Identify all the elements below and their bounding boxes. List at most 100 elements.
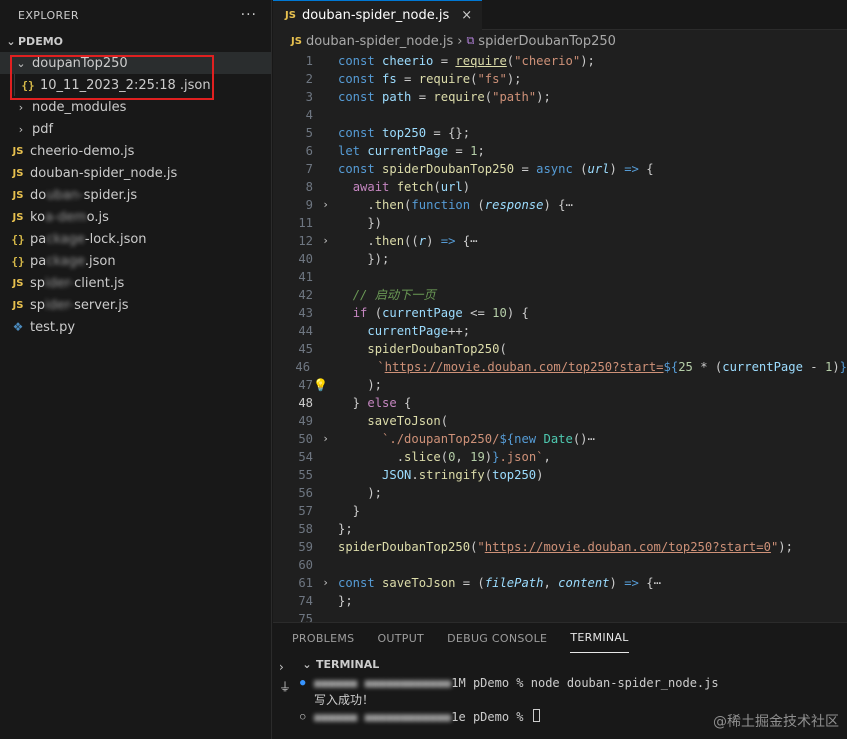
code-line[interactable]: 3 const path = require("path");: [273, 88, 847, 106]
code-line[interactable]: 46 `https://movie.douban.com/top250?star…: [273, 358, 847, 376]
gutter: [313, 250, 338, 268]
code-line[interactable]: 56 );: [273, 484, 847, 502]
code-line[interactable]: 4: [273, 106, 847, 124]
code-line[interactable]: 42 // 启动下一页: [273, 286, 847, 304]
gutter: [313, 592, 338, 610]
terminal-header[interactable]: ⌄ TERMINAL: [273, 653, 847, 675]
file-tree-item[interactable]: JS koa-demo.js: [0, 206, 271, 228]
code-line[interactable]: 40 });: [273, 250, 847, 268]
fold-chevron-icon[interactable]: ›: [313, 574, 338, 592]
code-line[interactable]: 9 › .then(function (response) {⋯: [273, 196, 847, 214]
file-tree-item[interactable]: JS spider-server.js: [0, 294, 271, 316]
line-number: 8: [305, 180, 313, 194]
file-tree-item[interactable]: › pdf: [0, 118, 271, 140]
editor-tabbar: JS douban-spider_node.js ×: [273, 0, 847, 30]
code-line[interactable]: 11 }): [273, 214, 847, 232]
plug-icon[interactable]: ⏚: [279, 677, 291, 697]
code-line[interactable]: 60: [273, 556, 847, 574]
file-tree-item[interactable]: ❖ test.py: [0, 316, 271, 338]
file-tree-item[interactable]: JS douban-spider_node.js: [0, 162, 271, 184]
code-line[interactable]: 5 const top250 = {};: [273, 124, 847, 142]
file-tree-item[interactable]: {} package-lock.json: [0, 228, 271, 250]
editor-tab-active[interactable]: JS douban-spider_node.js ×: [273, 0, 483, 30]
explorer-sidebar: EXPLORER ··· ⌄ PDEMO ⌄ doupanTop250 {} 10_1…: [0, 0, 272, 739]
file-tree-item[interactable]: › node_modules: [0, 96, 271, 118]
gutter: [313, 484, 338, 502]
code-line[interactable]: 12 › .then((r) => {⋯: [273, 232, 847, 250]
gutter: [313, 124, 338, 142]
panel-tab-problems[interactable]: PROBLEMS: [292, 623, 354, 653]
code-line[interactable]: 50 › `./doupanTop250/${new Date()⋯: [273, 430, 847, 448]
panel-tab-debug-console[interactable]: DEBUG CONSOLE: [447, 623, 547, 653]
code-line[interactable]: 74};: [273, 592, 847, 610]
code-text: const fs = require("fs");: [338, 72, 522, 86]
line-number: 2: [305, 72, 313, 86]
terminal-blurred-host: ■■■■■■ ■■■■■■■■■■■■: [314, 676, 452, 690]
code-line[interactable]: 61 › const saveToJson = (filePath, content…: [273, 574, 847, 592]
code-editor[interactable]: 1 const cheerio = require("cheerio"); 2 con…: [273, 52, 847, 628]
line-number: 44: [298, 324, 313, 338]
lightbulb-icon[interactable]: 💡: [313, 376, 328, 394]
chevron-right-icon: ›: [18, 122, 24, 136]
breadcrumb-file[interactable]: douban-spider_node.js: [306, 34, 453, 49]
code-line[interactable]: 8 await fetch(url): [273, 178, 847, 196]
gutter: [313, 322, 338, 340]
file-tree-item[interactable]: {} package.json: [0, 250, 271, 272]
code-text: }: [338, 504, 361, 518]
file-tree-item-label: node_modules: [32, 99, 127, 115]
code-line[interactable]: 7 const spiderDoubanTop250 = async (url) …: [273, 160, 847, 178]
fold-chevron-icon[interactable]: ›: [313, 430, 338, 448]
terminal-blurred-host: ■■■■■■ ■■■■■■■■■■■■: [314, 710, 452, 724]
code-line[interactable]: 54 .slice(0, 19)}.json`,: [273, 448, 847, 466]
gutter: [313, 70, 338, 88]
code-line[interactable]: 57 }: [273, 502, 847, 520]
gutter: [313, 520, 338, 538]
gutter: [313, 448, 338, 466]
json-file-icon: {}: [21, 78, 35, 92]
code-text: };: [338, 522, 353, 536]
file-tree-item[interactable]: JS cheerio-demo.js: [0, 140, 271, 162]
line-number: 56: [298, 486, 313, 500]
panel-tab-terminal[interactable]: TERMINAL: [570, 623, 629, 653]
js-file-icon: JS: [12, 167, 24, 179]
line-number: 74: [298, 594, 313, 608]
code-line[interactable]: 43 if (currentPage <= 10) {: [273, 304, 847, 322]
file-tree-item[interactable]: {} 10_11_2023_2:25:18 .json: [0, 74, 271, 96]
gutter: [313, 394, 338, 412]
line-number: 6: [305, 144, 313, 158]
fold-chevron-icon[interactable]: ›: [313, 232, 338, 250]
code-line[interactable]: 58};: [273, 520, 847, 538]
line-number: 54: [298, 450, 313, 464]
line-number: 4: [305, 108, 313, 122]
code-line[interactable]: 55 JSON.stringify(top250): [273, 466, 847, 484]
code-text: const path = require("path");: [338, 90, 551, 104]
file-tree-item-label: spider-server.js: [30, 297, 129, 313]
command-empty-dot-icon: ○: [300, 712, 306, 722]
workspace-root[interactable]: ⌄ PDEMO: [0, 30, 271, 52]
code-line[interactable]: 41: [273, 268, 847, 286]
more-actions-icon[interactable]: ···: [241, 7, 257, 23]
code-line[interactable]: 1 const cheerio = require("cheerio");: [273, 52, 847, 70]
file-tree-item[interactable]: JS douban-spider.js: [0, 184, 271, 206]
code-line[interactable]: 6 let currentPage = 1;: [273, 142, 847, 160]
file-tree-item[interactable]: ⌄ doupanTop250: [0, 52, 271, 74]
close-icon[interactable]: ×: [461, 8, 472, 23]
code-line[interactable]: 44 currentPage++;: [273, 322, 847, 340]
js-file-icon: JS: [12, 277, 24, 289]
file-tree-item-label: spider-client.js: [30, 275, 125, 291]
code-line[interactable]: 49 saveToJson(: [273, 412, 847, 430]
fold-chevron-icon[interactable]: ›: [313, 196, 338, 214]
js-file-icon: JS: [285, 10, 296, 21]
file-tree-item-label: package-lock.json: [30, 231, 147, 247]
code-line[interactable]: 2 const fs = require("fs");: [273, 70, 847, 88]
code-line[interactable]: 48 } else {: [273, 394, 847, 412]
chevron-right-icon[interactable]: ›: [279, 657, 291, 677]
panel-tab-output[interactable]: OUTPUT: [377, 623, 424, 653]
gutter: [313, 178, 338, 196]
code-line[interactable]: 45 spiderDoubanTop250(: [273, 340, 847, 358]
code-line[interactable]: 59 spiderDoubanTop250("https://movie.doub…: [273, 538, 847, 556]
breadcrumb-symbol[interactable]: spiderDoubanTop250: [478, 34, 616, 49]
code-line[interactable]: 47 💡 );: [273, 376, 847, 394]
gutter: [313, 502, 338, 520]
file-tree-item[interactable]: JS spider-client.js: [0, 272, 271, 294]
